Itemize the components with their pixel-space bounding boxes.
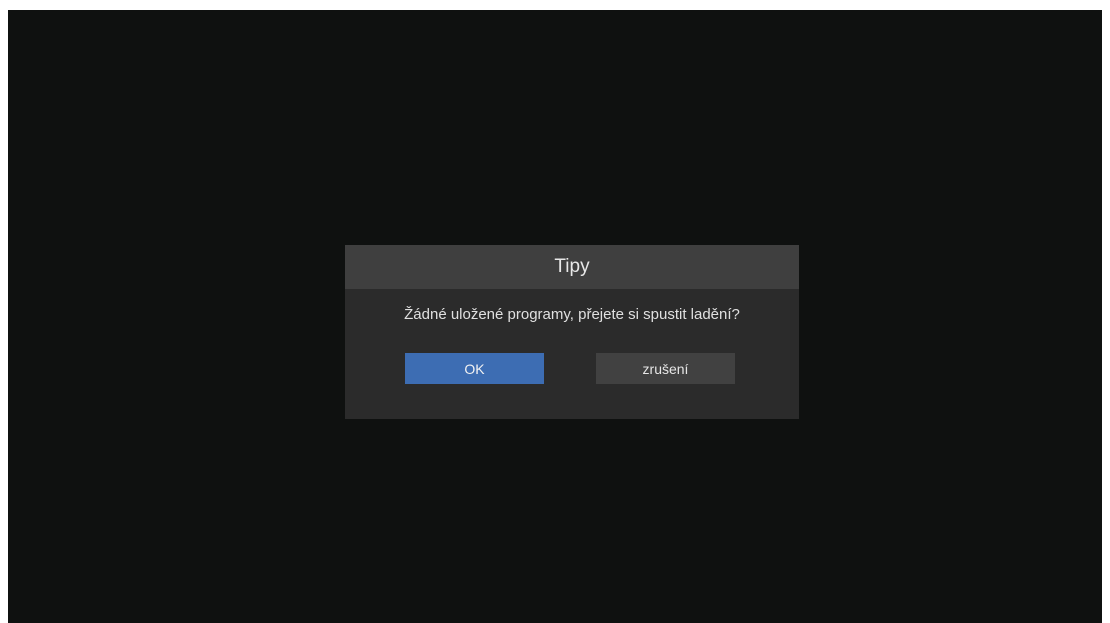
tips-dialog: Tipy Žádné uložené programy, přejete si … <box>345 245 799 419</box>
dialog-title: Tipy <box>345 245 799 289</box>
cancel-button[interactable]: zrušení <box>596 353 735 384</box>
dialog-button-row: OK zrušení <box>345 353 799 384</box>
ok-button[interactable]: OK <box>405 353 544 384</box>
dialog-message: Žádné uložené programy, přejete si spust… <box>404 306 740 323</box>
tv-screen: Tipy Žádné uložené programy, přejete si … <box>8 10 1102 623</box>
